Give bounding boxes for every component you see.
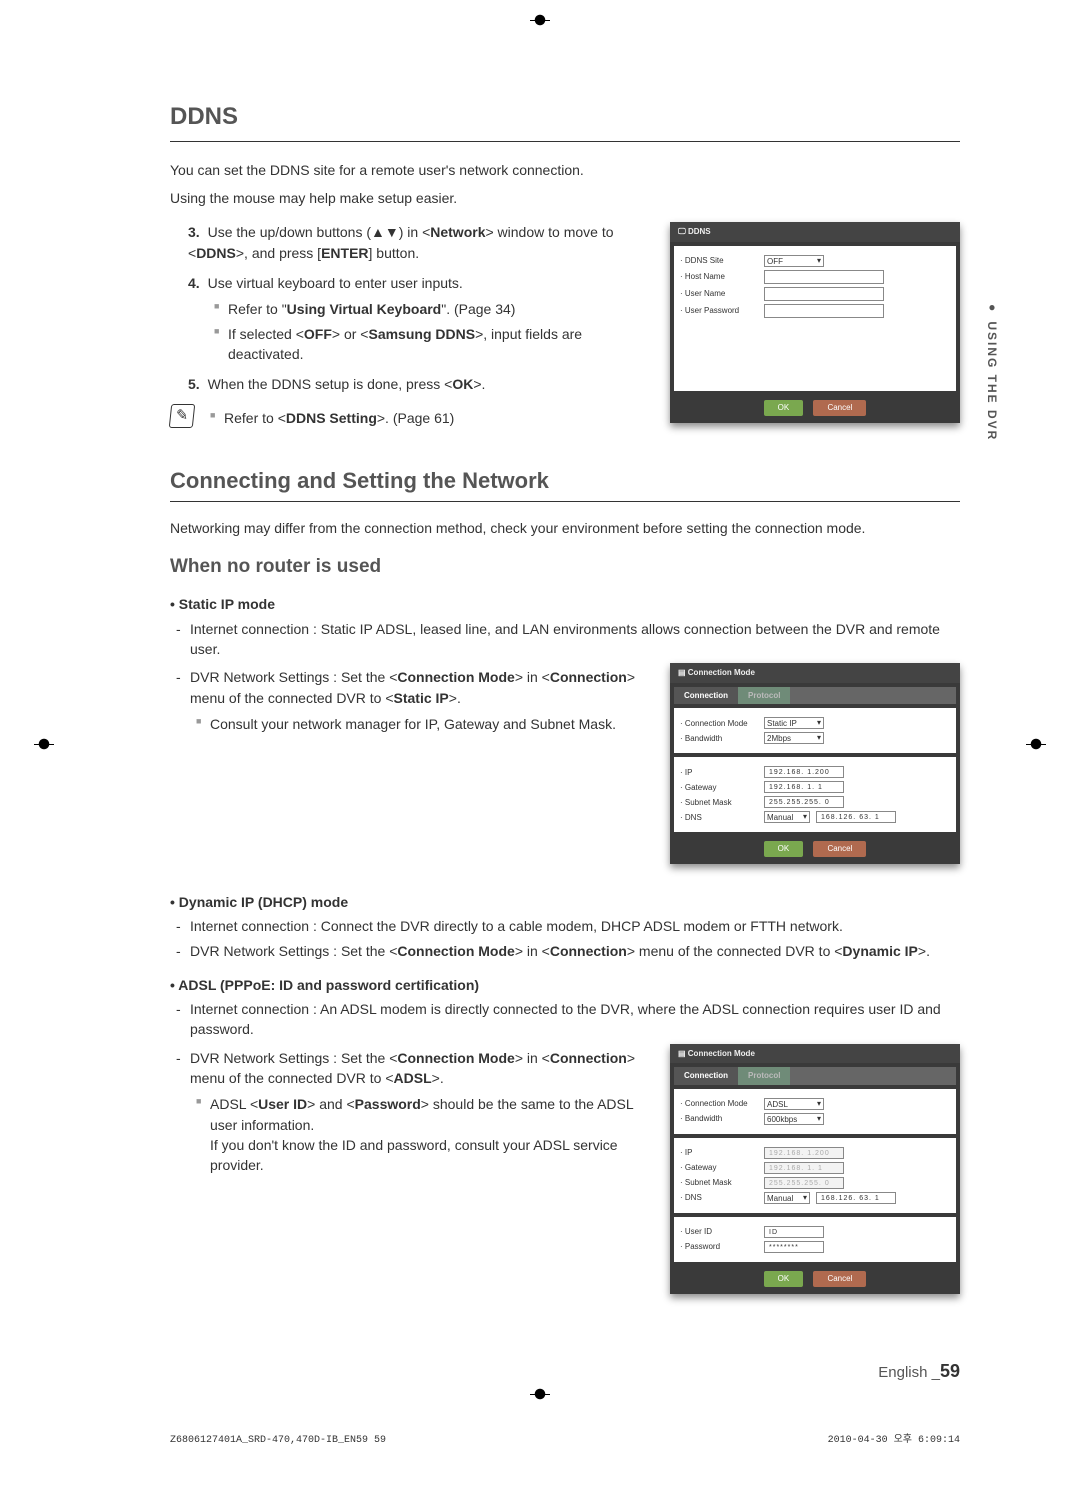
cancel-button[interactable]: Cancel (813, 841, 866, 857)
window-title: 🖵 DDNS (670, 222, 960, 242)
password-label: · Password (680, 1241, 758, 1253)
dhcp-bullet-2: DVR Network Settings : Set the <Connecti… (176, 941, 960, 961)
cancel-button[interactable]: Cancel (813, 400, 866, 416)
user-name-label: · User Name (680, 288, 758, 300)
user-password-input[interactable] (764, 304, 884, 318)
window-title: ▤ Connection Mode (670, 663, 960, 683)
bandwidth-label: · Bandwidth (680, 1113, 758, 1125)
adsl-bullet-1: Internet connection : An ADSL modem is d… (176, 999, 960, 1040)
crop-mark-icon (30, 730, 58, 758)
user-password-label: · User Password (680, 305, 758, 317)
crop-mark-icon (1022, 730, 1050, 758)
ok-button[interactable]: OK (764, 400, 804, 416)
userid-label: · User ID (680, 1226, 758, 1238)
ddns-intro: You can set the DDNS site for a remote u… (170, 160, 960, 180)
heading-dhcp: • Dynamic IP (DHCP) mode (170, 892, 960, 912)
host-name-label: · Host Name (680, 271, 758, 283)
note-icon: ✎ (169, 404, 196, 428)
connection-mode-label: · Connection Mode (680, 718, 758, 730)
ok-button[interactable]: OK (764, 1271, 804, 1287)
tip-ddns-setting: Refer to <DDNS Setting>. (Page 61) (210, 408, 454, 428)
step-number: 3. (188, 224, 200, 240)
page-title-ddns: DDNS (170, 100, 960, 142)
gateway-input: 192.168. 1. 1 (764, 1162, 844, 1174)
user-name-input[interactable] (764, 287, 884, 301)
bandwidth-select[interactable]: 600kbps (764, 1113, 824, 1125)
subnet-label: · Subnet Mask (680, 797, 758, 809)
adsl-sub-1: ADSL <User ID> and <Password> should be … (196, 1094, 650, 1175)
cancel-button[interactable]: Cancel (813, 1271, 866, 1287)
ip-input[interactable]: 192.168. 1.200 (764, 766, 844, 778)
subsection-no-router: When no router is used (170, 553, 960, 581)
dns-input[interactable]: 168.126. 63. 1 (816, 811, 896, 823)
print-job-footer: Z6806127401A_SRD-470,470D-IB_EN59 59 201… (170, 1434, 960, 1449)
connection-mode-select[interactable]: ADSL (764, 1098, 824, 1110)
dns-label: · DNS (680, 1192, 758, 1204)
adsl-bullet-2: DVR Network Settings : Set the <Connecti… (176, 1048, 650, 1089)
tab-connection[interactable]: Connection (674, 1067, 738, 1085)
footer-lang: English _ (878, 1364, 940, 1381)
dns-label: · DNS (680, 812, 758, 824)
section-title-network: Connecting and Setting the Network (170, 465, 960, 503)
host-name-input[interactable] (764, 270, 884, 284)
step-3: 3. Use the up/down buttons (▲▼) in <Netw… (188, 222, 650, 263)
password-input[interactable]: ******** (764, 1241, 824, 1253)
subnet-input: 255.255.255. 0 (764, 1177, 844, 1189)
tab-protocol[interactable]: Protocol (738, 1067, 790, 1085)
footer-page-number: 59 (940, 1361, 960, 1381)
page-footer: English _59 (170, 1358, 960, 1384)
heading-static-ip: • Static IP mode (170, 594, 960, 614)
side-tab: ● USING THE DVR (983, 300, 1000, 441)
screenshot-connection-adsl: ▤ Connection Mode Connection Protocol · … (670, 1044, 960, 1294)
dhcp-bullet-1: Internet connection : Connect the DVR di… (176, 916, 960, 936)
bandwidth-select[interactable]: 2Mbps (764, 732, 824, 744)
step-number: 4. (188, 275, 200, 291)
step-number: 5. (188, 376, 200, 392)
static-ip-bullet-2: DVR Network Settings : Set the <Connecti… (176, 667, 650, 708)
step-5: 5. When the DDNS setup is done, press <O… (188, 374, 650, 394)
step-4: 4. Use virtual keyboard to enter user in… (188, 273, 650, 364)
print-job-id: Z6806127401A_SRD-470,470D-IB_EN59 59 (170, 1434, 386, 1449)
connection-mode-select[interactable]: Static IP (764, 717, 824, 729)
ip-label: · IP (680, 1147, 758, 1159)
userid-input[interactable]: ID (764, 1226, 824, 1238)
static-ip-bullet-1: Internet connection : Static IP ADSL, le… (176, 619, 960, 660)
tab-connection[interactable]: Connection (674, 687, 738, 705)
ddns-site-label: · DDNS Site (680, 255, 758, 267)
subnet-input[interactable]: 255.255.255. 0 (764, 796, 844, 808)
print-job-timestamp: 2010-04-30 오후 6:09:14 (828, 1434, 960, 1449)
dns-mode-select[interactable]: Manual (764, 1192, 810, 1204)
subnet-label: · Subnet Mask (680, 1177, 758, 1189)
ddns-site-select[interactable]: OFF (764, 255, 824, 267)
step-4-sub-1: Refer to "Using Virtual Keyboard". (Page… (214, 299, 650, 319)
gateway-input[interactable]: 192.168. 1. 1 (764, 781, 844, 793)
network-intro: Networking may differ from the connectio… (170, 518, 960, 538)
ip-label: · IP (680, 767, 758, 779)
step-4-sub-2: If selected <OFF> or <Samsung DDNS>, inp… (214, 324, 650, 365)
static-consult-sub: Consult your network manager for IP, Gat… (196, 714, 650, 734)
heading-adsl: • ADSL (PPPoE: ID and password certifica… (170, 975, 960, 995)
bandwidth-label: · Bandwidth (680, 733, 758, 745)
crop-mark-icon (526, 6, 554, 34)
tab-protocol[interactable]: Protocol (738, 687, 790, 705)
dns-input[interactable]: 168.126. 63. 1 (816, 1192, 896, 1204)
adsl-sub-2: If you don't know the ID and password, c… (210, 1135, 650, 1176)
window-title: ▤ Connection Mode (670, 1044, 960, 1064)
gateway-label: · Gateway (680, 1162, 758, 1174)
ok-button[interactable]: OK (764, 841, 804, 857)
gateway-label: · Gateway (680, 782, 758, 794)
screenshot-connection-static: ▤ Connection Mode Connection Protocol · … (670, 663, 960, 864)
screenshot-ddns-window: 🖵 DDNS · DDNS Site OFF · Host Name · User… (670, 222, 960, 422)
dns-mode-select[interactable]: Manual (764, 811, 810, 823)
ddns-mouse-note: Using the mouse may help make setup easi… (170, 188, 960, 208)
crop-mark-icon (526, 1380, 554, 1408)
ip-input: 192.168. 1.200 (764, 1147, 844, 1159)
connection-mode-label: · Connection Mode (680, 1098, 758, 1110)
